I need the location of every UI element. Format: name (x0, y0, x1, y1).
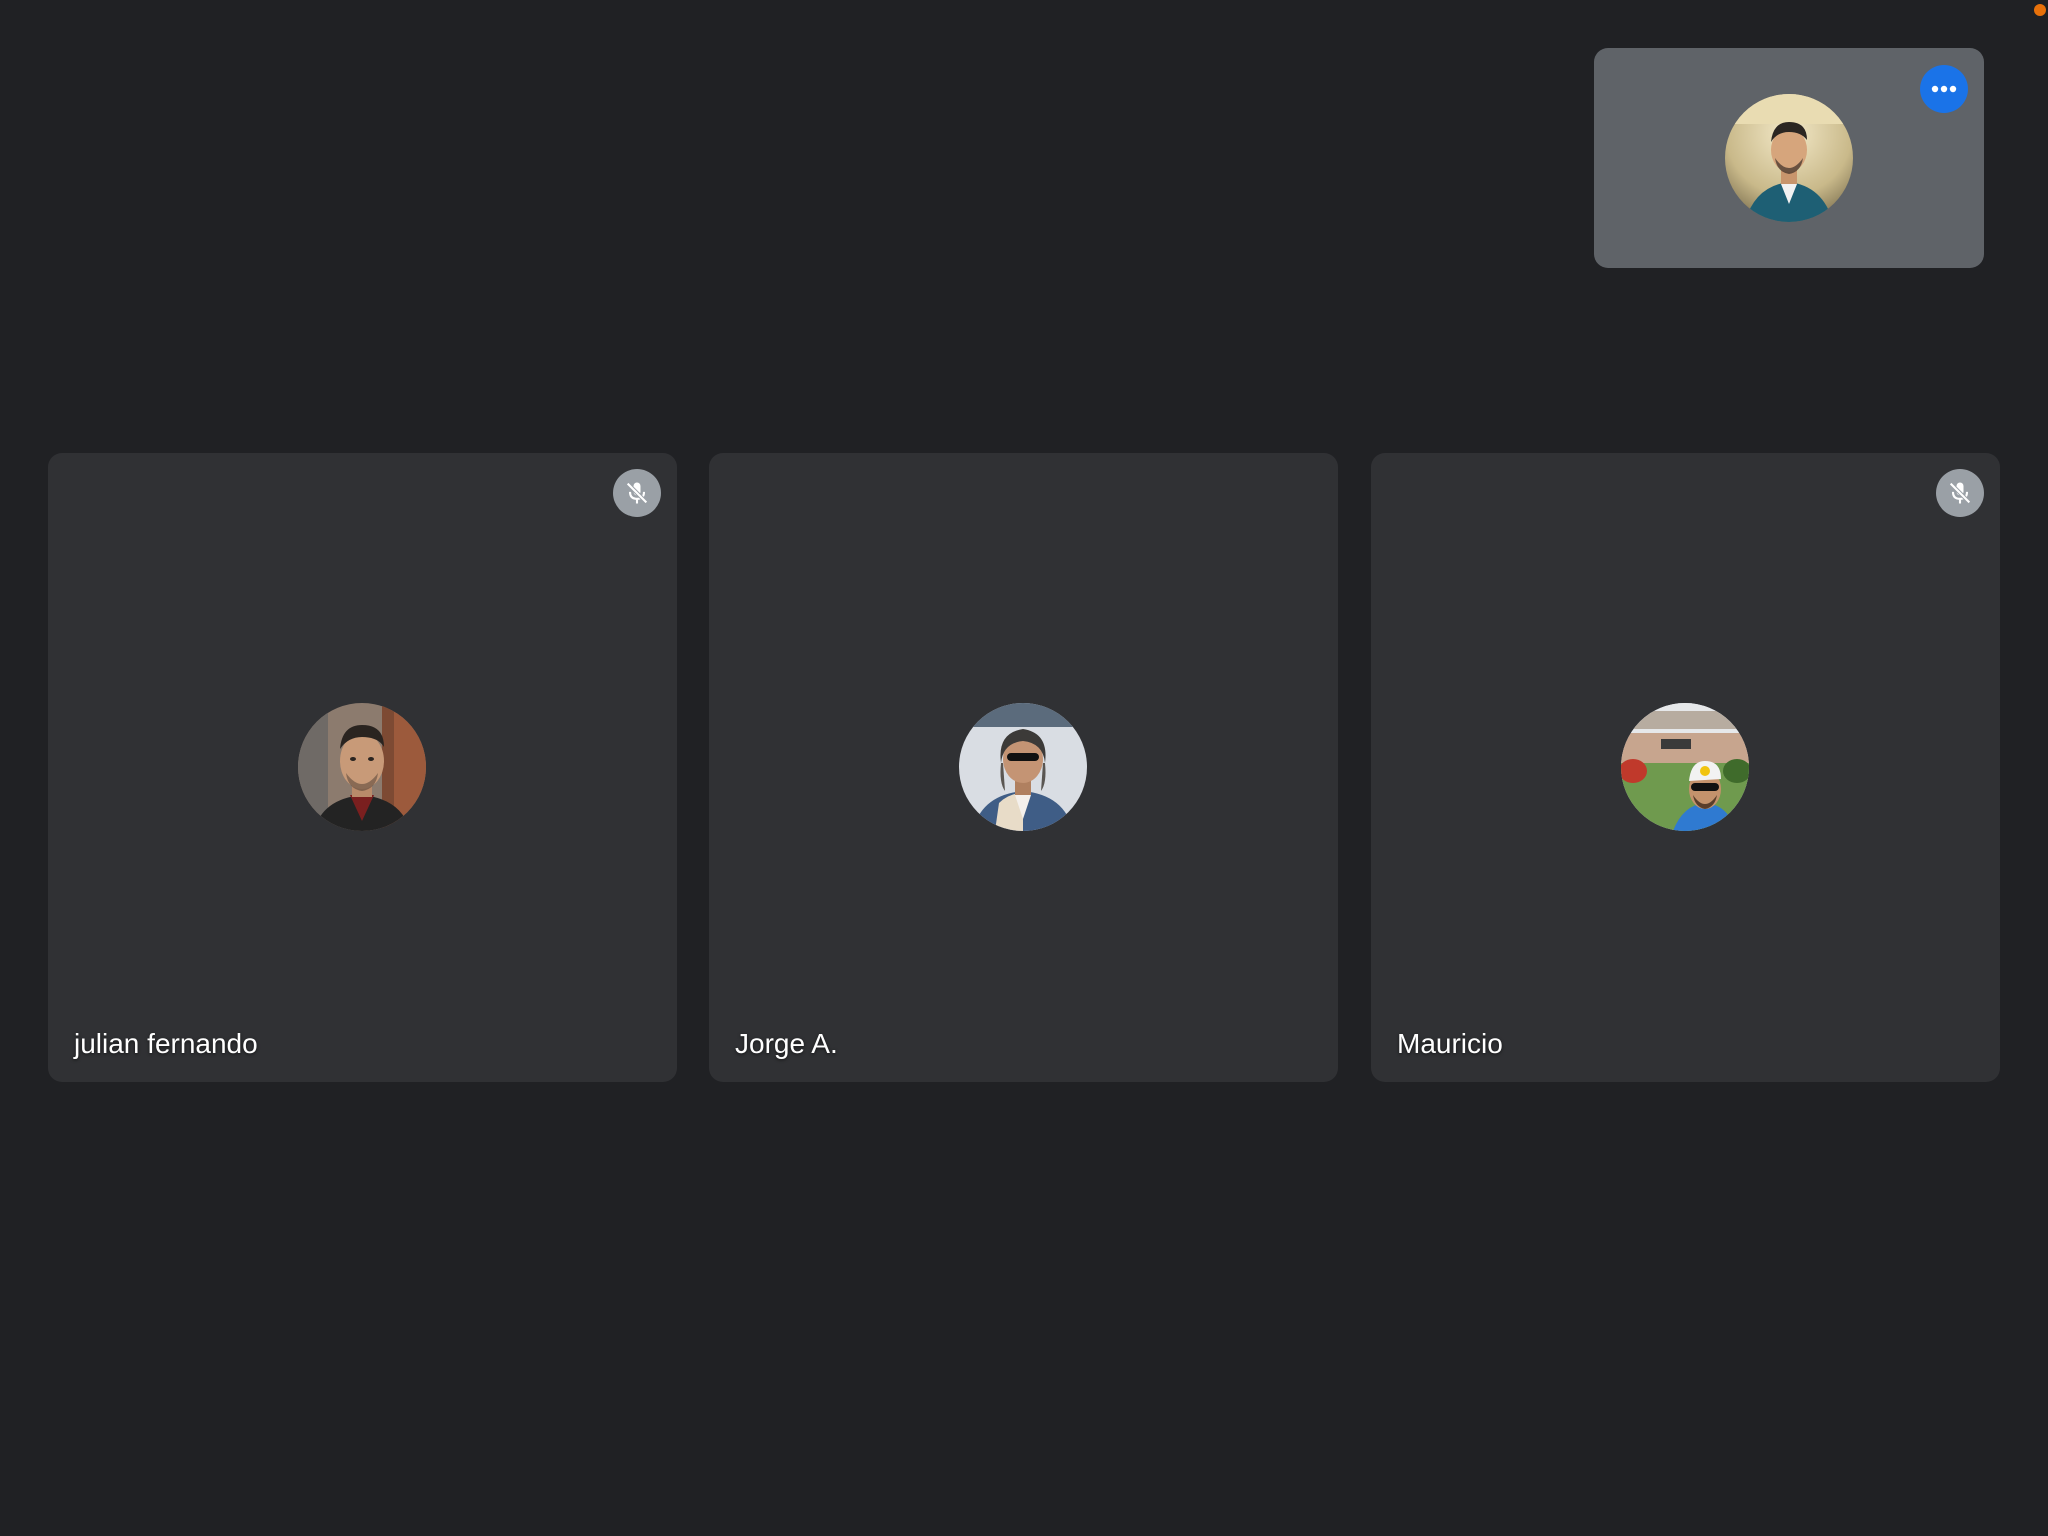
meeting-stage: julian fernando Jorge A. Mauricio (0, 0, 2048, 1536)
participant-avatar (298, 703, 426, 831)
participant-tile[interactable]: Jorge A. (709, 453, 1338, 1082)
self-avatar (1725, 94, 1853, 222)
participant-avatar (1621, 703, 1749, 831)
mic-off-icon (1936, 469, 1984, 517)
participant-name: julian fernando (74, 1028, 258, 1059)
participant-tile[interactable]: Mauricio (1371, 453, 2000, 1082)
participant-name: Jorge A. (735, 1028, 838, 1059)
recording-indicator (2034, 4, 2046, 16)
participant-avatar (959, 703, 1087, 831)
more-options-button[interactable] (1920, 65, 1968, 113)
self-view-tile[interactable] (1594, 48, 1984, 268)
mic-off-icon (613, 469, 661, 517)
participant-name: Mauricio (1397, 1028, 1503, 1059)
more-horizontal-icon (1931, 85, 1957, 93)
participant-tile[interactable]: julian fernando (48, 453, 677, 1082)
